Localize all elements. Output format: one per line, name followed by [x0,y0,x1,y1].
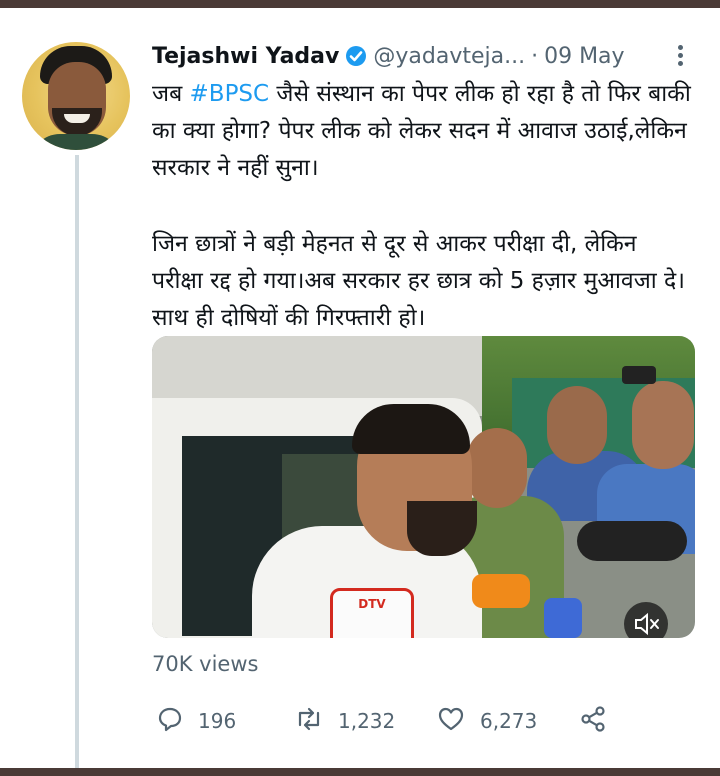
thread-line [75,155,79,768]
more-options-icon[interactable] [673,42,687,70]
tweet-header: Tejashwi Yadav @yadavteja... · 09 May [152,40,625,72]
video-thumbnail[interactable]: DTV [152,336,695,638]
avatar-shirt [30,134,122,150]
top-frame-bar [0,0,720,8]
video-microphone-orange [472,574,530,608]
video-microphone-blue [544,598,582,638]
reply-count: 196 [198,709,237,733]
share-icon [578,704,622,739]
like-count: 6,273 [480,709,538,733]
video-phone [622,366,656,384]
video-person-4-head [632,381,694,469]
author-name[interactable]: Tejashwi Yadav [152,44,339,69]
tweet-date[interactable]: 09 May [544,44,624,69]
avatar[interactable] [22,42,130,150]
verified-badge-icon [345,45,367,67]
video-microphone-red: DTV [330,588,414,638]
share-button[interactable] [578,700,622,742]
video-microphone-black [577,521,687,561]
mute-icon[interactable] [624,602,668,638]
hashtag-link[interactable]: #BPSC [190,81,270,107]
like-icon [436,705,480,738]
video-person-2-head [467,428,527,508]
retweet-icon [294,705,338,738]
reply-button[interactable]: 196 [156,700,236,742]
tweet-text-paragraph-2: जिन छात्रों ने बड़ी मेहनत से दूर से आकर … [152,231,685,331]
retweet-button[interactable]: 1,232 [294,700,395,742]
view-count: 70K views [152,652,259,676]
header-separator: · [531,43,539,69]
tweet-text-paragraph-1: जब #BPSC जैसे संस्थान का पेपर लीक हो रहा… [152,76,692,187]
tweet-text-prefix: जब [152,81,190,107]
author-handle[interactable]: @yadavteja... [373,44,525,69]
like-button[interactable]: 6,273 [436,700,537,742]
video-person-3-head [547,386,607,464]
retweet-count: 1,232 [338,709,396,733]
video-speaker-hair [352,404,470,454]
bottom-frame-bar [0,768,720,776]
reply-icon [156,705,198,738]
video-mic-label: DTV [358,597,386,611]
action-bar: 196 1,232 6,273 [152,700,632,742]
